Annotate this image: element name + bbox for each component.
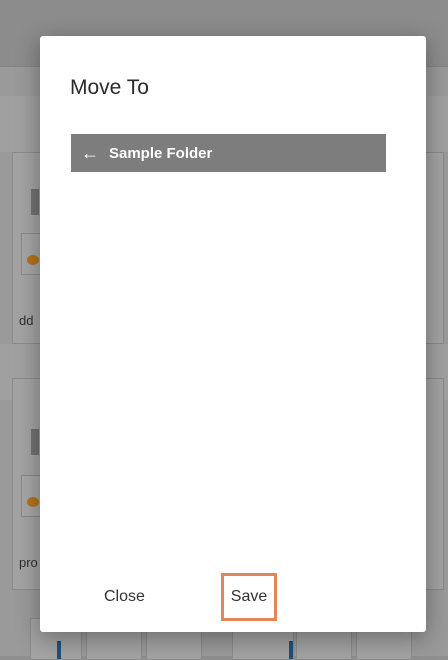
bg-card-dot-icon (27, 255, 39, 265)
close-button[interactable]: Close (104, 585, 145, 609)
bg-card-bar (31, 429, 39, 455)
save-button[interactable]: Save (221, 573, 277, 621)
bg-card-bar (31, 189, 39, 215)
bg-card-dot-icon (27, 497, 39, 507)
bg-card-label: dd (19, 313, 34, 328)
dialog-title: Move To (70, 76, 149, 99)
folder-breadcrumb[interactable]: ← Sample Folder (71, 134, 386, 172)
bg-card-label: pro (19, 555, 38, 570)
bg-tile-mark (57, 641, 61, 659)
back-arrow-icon[interactable]: ← (81, 144, 99, 162)
folder-list (71, 176, 386, 566)
current-folder-name: Sample Folder (109, 144, 213, 162)
move-to-dialog: Move To ← Sample Folder Close Save (40, 36, 426, 632)
bg-tile-mark (289, 641, 293, 659)
